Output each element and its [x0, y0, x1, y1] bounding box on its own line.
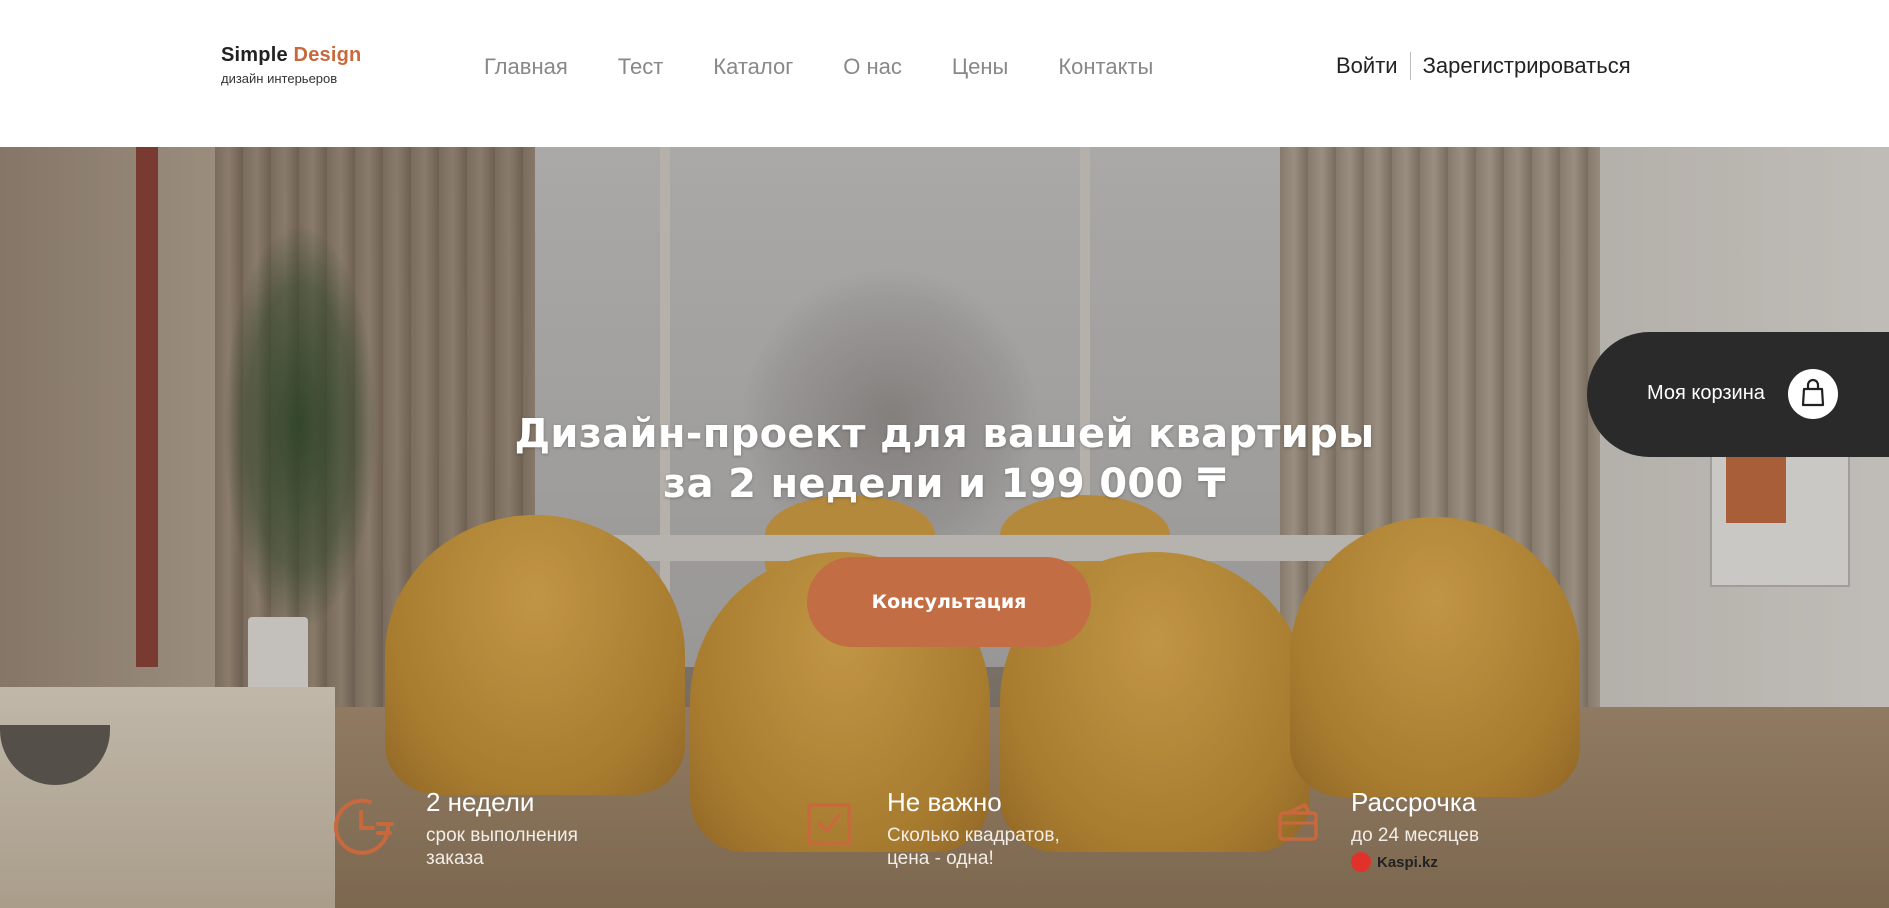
hero-section: Дизайн-проект для вашей квартиры за 2 не…	[0, 147, 1889, 908]
main-nav: Главная Тест Каталог О нас Цены Контакты	[484, 54, 1203, 80]
wallet-icon	[1275, 799, 1323, 851]
kaspi-logo-icon	[1351, 852, 1371, 872]
page: Simple Design дизайн интерьеров Главная …	[0, 0, 1889, 908]
nav-contacts[interactable]: Контакты	[1058, 54, 1153, 80]
logo-brand-part2: Design	[293, 44, 362, 66]
nav-home[interactable]: Главная	[484, 54, 568, 80]
login-link[interactable]: Войти	[1336, 53, 1398, 79]
register-link[interactable]: Зарегистрироваться	[1423, 53, 1631, 79]
feature-title: Не важно	[887, 787, 1002, 817]
kaspi-label: Kaspi.kz	[1377, 853, 1438, 871]
feature-title: Рассрочка	[1351, 787, 1477, 817]
auth-links: Войти Зарегистрироваться	[1336, 52, 1631, 80]
auth-divider	[1409, 52, 1411, 80]
feature-title: 2 недели	[426, 787, 535, 817]
logo[interactable]: Simple Design дизайн интерьеров	[221, 44, 361, 86]
feature-text-line1: Сколько квадратов,	[887, 825, 1060, 846]
feature-text-line2: заказа	[426, 848, 484, 869]
nav-prices[interactable]: Цены	[952, 54, 1008, 80]
cart-label: Моя корзина	[1647, 382, 1765, 404]
nav-catalog[interactable]: Каталог	[713, 54, 793, 80]
logo-tagline: дизайн интерьеров	[221, 71, 338, 86]
feature-text-line1: до 24 месяцев	[1351, 825, 1480, 846]
nav-about[interactable]: О нас	[843, 54, 902, 80]
cart-button[interactable]: Моя корзина	[1587, 332, 1889, 457]
clock-icon	[330, 794, 396, 864]
site-header: Simple Design дизайн интерьеров Главная …	[0, 0, 1889, 147]
nav-test[interactable]: Тест	[618, 54, 664, 80]
kaspi-badge[interactable]: Kaspi.kz	[1351, 852, 1479, 872]
logo-brand-part1: Simple	[221, 44, 288, 66]
hero-title-line2: за 2 недели и 199 000 ₸	[663, 461, 1226, 507]
feature-text-line2: цена - одна!	[887, 848, 994, 869]
feature-text-line1: срок выполнения	[426, 825, 578, 846]
shopping-bag-icon	[1788, 369, 1838, 419]
consultation-button[interactable]: Консультация	[807, 557, 1091, 647]
checkbox-icon	[805, 799, 855, 853]
logo-title: Simple Design	[221, 44, 361, 67]
